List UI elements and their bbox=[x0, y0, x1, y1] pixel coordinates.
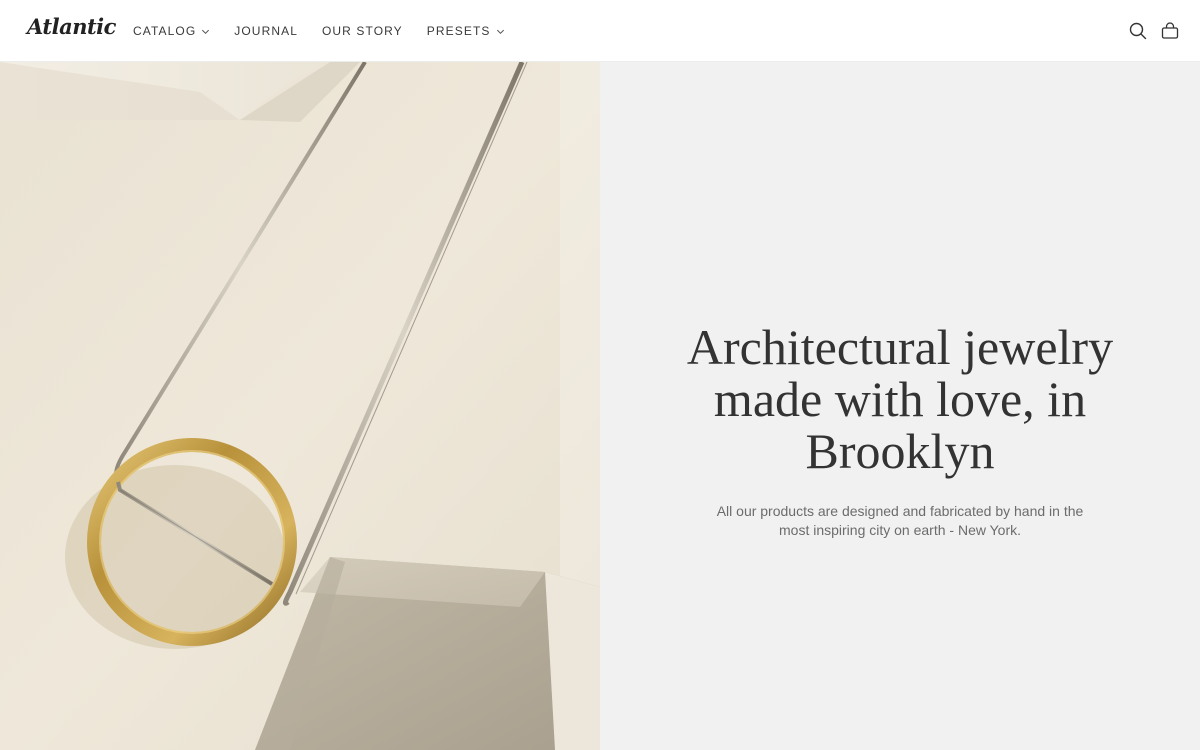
site-header: Atlantic CATALOG JOURNAL OUR STORY PRESE… bbox=[0, 0, 1200, 62]
search-icon bbox=[1129, 22, 1147, 40]
nav-item-our-story[interactable]: OUR STORY bbox=[322, 24, 403, 38]
chevron-down-icon bbox=[202, 29, 210, 34]
nav-item-catalog[interactable]: CATALOG bbox=[133, 24, 210, 38]
hero-text-panel: Architectural jewelry made with love, in… bbox=[600, 62, 1200, 750]
hero-subtext: All our products are designed and fabric… bbox=[716, 503, 1084, 538]
nav-item-label: JOURNAL bbox=[234, 24, 298, 38]
brand-logo[interactable]: Atlantic bbox=[27, 14, 116, 39]
cart-button[interactable] bbox=[1160, 21, 1180, 41]
nav-item-label: CATALOG bbox=[133, 24, 197, 38]
pendant-necklace-photo bbox=[0, 62, 600, 750]
header-actions bbox=[1116, 21, 1180, 41]
hero-image bbox=[0, 62, 600, 750]
shopping-bag-icon bbox=[1161, 22, 1179, 39]
nav-item-presets[interactable]: PRESETS bbox=[427, 24, 505, 38]
hero-section: Architectural jewelry made with love, in… bbox=[0, 62, 1200, 750]
nav-item-journal[interactable]: JOURNAL bbox=[234, 24, 298, 38]
main-nav: CATALOG JOURNAL OUR STORY PRESETS bbox=[133, 0, 529, 62]
search-button[interactable] bbox=[1128, 21, 1148, 41]
chevron-down-icon bbox=[496, 29, 504, 34]
hero-headline: Architectural jewelry made with love, in… bbox=[686, 319, 1114, 479]
nav-item-label: OUR STORY bbox=[321, 24, 403, 38]
nav-item-label: PRESETS bbox=[426, 24, 491, 38]
